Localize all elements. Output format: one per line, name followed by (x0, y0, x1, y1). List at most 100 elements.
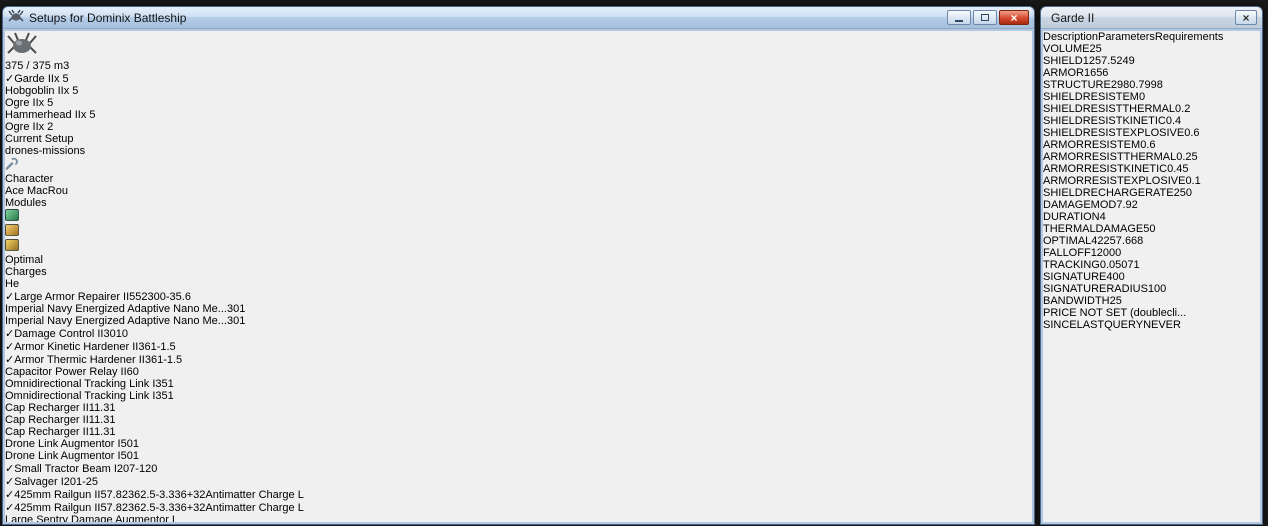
attribute-row[interactable]: BANDWIDTH25 (1043, 295, 1260, 307)
module-row[interactable]: ✓425mm Railgun II57.82362.5-3.336+32Anti… (5, 501, 1032, 514)
attribute-row[interactable]: ARMORRESISTKINETIC0.45 (1043, 163, 1260, 175)
wrench-icon (5, 157, 18, 173)
module-row[interactable]: Cap Recharger II11.31 (5, 414, 1032, 426)
drone-list-item[interactable]: Ogre IIx 5 (5, 97, 1032, 109)
attribute-row[interactable]: DURATION4 (1043, 211, 1260, 223)
module-cpu: 36 (138, 341, 151, 353)
attribute-value: 0.05071 (1099, 259, 1140, 271)
main-titlebar[interactable]: Setups for Dominix Battleship (3, 7, 1034, 29)
setup-combobox[interactable]: drones-missions (5, 145, 247, 157)
info-close-button[interactable] (1235, 10, 1257, 25)
module-row[interactable]: Cap Recharger II11.31 (5, 426, 1032, 438)
attribute-name: THERMALDAMAGE (1043, 223, 1144, 235)
module-cap-use: -35.6 (165, 291, 191, 303)
module-name: Damage Control II (14, 328, 104, 340)
drone-list-item[interactable]: ✓Garde IIx 5 (5, 72, 1032, 85)
module-name: Small Tractor Beam I (14, 463, 117, 475)
attribute-row[interactable]: SIGNATURE400 (1043, 271, 1260, 283)
module-active-check-icon: ✓ (5, 354, 15, 366)
module-row[interactable]: ✓Damage Control II3010 (5, 327, 1032, 340)
attribute-row[interactable]: ARMORRESISTEM0.6 (1043, 139, 1260, 151)
attribute-row[interactable]: SHIELDRESISTKINETIC0.4 (1043, 115, 1260, 127)
close-button[interactable] (999, 10, 1029, 25)
drone-list-item[interactable]: Ogre IIx 2 (5, 121, 1032, 133)
module-row[interactable]: ✓Armor Thermic Hardener II361-1.5 (5, 353, 1032, 366)
attribute-row[interactable]: SHIELDRESISTEXPLOSIVE0.6 (1043, 127, 1260, 139)
attribute-row[interactable]: SHIELDRESISTEM0 (1043, 91, 1260, 103)
character-combobox[interactable]: Ace MacRou (5, 185, 228, 197)
info-titlebar[interactable]: Garde II (1041, 7, 1262, 29)
attribute-row[interactable]: OPTIMAL42257.668 (1043, 235, 1260, 247)
attribute-row[interactable]: SIGNATURERADIUS100 (1043, 283, 1260, 295)
modules-column-header[interactable]: He (5, 278, 1032, 290)
module-row[interactable]: ✓Armor Kinetic Hardener II361-1.5 (5, 340, 1032, 353)
drone-checkbox[interactable]: ✓ (5, 73, 14, 85)
modules-column-header[interactable]: Optimal (5, 254, 1032, 266)
module-row[interactable]: Cap Recharger II11.31 (5, 402, 1032, 414)
info-tab-description[interactable]: Description (1043, 31, 1098, 43)
attribute-row[interactable]: ARMORRESISTTHERMAL0.25 (1043, 151, 1260, 163)
drone-list-item[interactable]: Hammerhead IIx 5 (5, 109, 1032, 121)
info-tab-parameters[interactable]: Parameters (1098, 31, 1155, 43)
module-row[interactable]: Imperial Navy Energized Adaptive Nano Me… (5, 315, 1032, 327)
attribute-row[interactable]: FALLOFF12000 (1043, 247, 1260, 259)
modules-column-header[interactable]: Charges (5, 266, 1032, 278)
module-name: Imperial Navy Energized Adaptive Nano Me… (5, 303, 227, 315)
module-row[interactable]: Large Sentry Damage Augmentor I (5, 514, 1032, 522)
attribute-value: 0.6 (1140, 139, 1156, 151)
attribute-row[interactable]: SHIELDRESISTTHERMAL0.2 (1043, 103, 1260, 115)
attribute-value: 0.45 (1167, 163, 1189, 175)
modules-column-header[interactable] (5, 224, 1032, 239)
module-row[interactable]: Drone Link Augmentor I501 (5, 450, 1032, 462)
attribute-row[interactable]: SHIELDRECHARGERATE250 (1043, 187, 1260, 199)
attribute-row[interactable]: SHIELD1257.5249 (1043, 55, 1260, 67)
modules-column-header[interactable] (5, 209, 1032, 224)
attribute-name: SIGNATURERADIUS (1043, 283, 1148, 295)
attribute-name: TRACKING (1043, 259, 1100, 271)
attribute-row[interactable]: THERMALDAMAGE50 (1043, 223, 1260, 235)
module-row[interactable]: Omnidirectional Tracking Link I351 (5, 378, 1032, 390)
window-controls (947, 10, 1029, 25)
module-row[interactable]: ✓Small Tractor Beam I207-120 (5, 462, 1032, 475)
minimize-button[interactable] (947, 10, 971, 25)
modules-column-header[interactable] (5, 239, 1032, 254)
modules-column-header[interactable]: Modules (5, 197, 1032, 209)
module-row[interactable]: Omnidirectional Tracking Link I351 (5, 390, 1032, 402)
attribute-name: FALLOFF (1043, 247, 1091, 259)
attribute-name: SHIELDRESISTTHERMAL (1043, 103, 1176, 115)
module-cpu: 57.8 (100, 502, 122, 514)
attribute-row[interactable]: STRUCTURE2980.7998 (1043, 79, 1260, 91)
attribute-row[interactable]: TRACKING0.05071 (1043, 259, 1260, 271)
module-row[interactable]: ✓425mm Railgun II57.82362.5-3.336+32Anti… (5, 488, 1032, 501)
attribute-row[interactable]: SINCELASTQUERYNEVER (1043, 319, 1260, 331)
setup-tools-button[interactable] (5, 157, 1032, 173)
module-row[interactable]: Imperial Navy Energized Adaptive Nano Me… (5, 303, 1032, 315)
attribute-value: 0.2 (1175, 103, 1191, 115)
module-row[interactable]: Capacitor Power Relay II60 (5, 366, 1032, 378)
module-powergrid: 1 (239, 303, 246, 315)
modules-rows: ✓Large Armor Repairer II552300-35.6 Imper… (5, 290, 1032, 522)
module-row[interactable]: Drone Link Augmentor I501 (5, 438, 1032, 450)
attribute-row[interactable]: ARMORRESISTEXPLOSIVE0.1 (1043, 175, 1260, 187)
drone-qty: x 5 (80, 109, 96, 121)
attribute-name: SINCELASTQUERY (1043, 319, 1144, 331)
attribute-value: 25 (1109, 295, 1122, 307)
module-active-check-icon: ✓ (5, 502, 15, 514)
module-row[interactable]: ✓Large Armor Repairer II552300-35.6 (5, 290, 1032, 303)
attribute-row[interactable]: ARMOR1656 (1043, 67, 1260, 79)
drone-list-item[interactable]: Hobgoblin IIx 5 (5, 85, 1032, 97)
attribute-row[interactable]: PRICE NOT SET (doublecli... (1043, 307, 1260, 319)
module-powergrid: 2362.5 (121, 489, 156, 501)
module-powergrid: 2362.5 (121, 502, 156, 514)
module-row[interactable]: ✓Salvager I201-25 (5, 475, 1032, 488)
maximize-button[interactable] (973, 10, 997, 25)
drone-name: Hobgoblin II (5, 85, 64, 97)
attribute-row[interactable]: VOLUME25 (1043, 43, 1260, 55)
column-label: Optimal (5, 254, 43, 266)
attribute-value: 12000 (1090, 247, 1122, 259)
info-tab-requirements[interactable]: Requirements (1155, 31, 1223, 43)
attribute-name: SIGNATURE (1043, 271, 1107, 283)
attribute-name: OPTIMAL (1043, 235, 1092, 247)
attribute-row[interactable]: DAMAGEMOD7.92 (1043, 199, 1260, 211)
module-active-check-icon: ✓ (5, 476, 15, 488)
